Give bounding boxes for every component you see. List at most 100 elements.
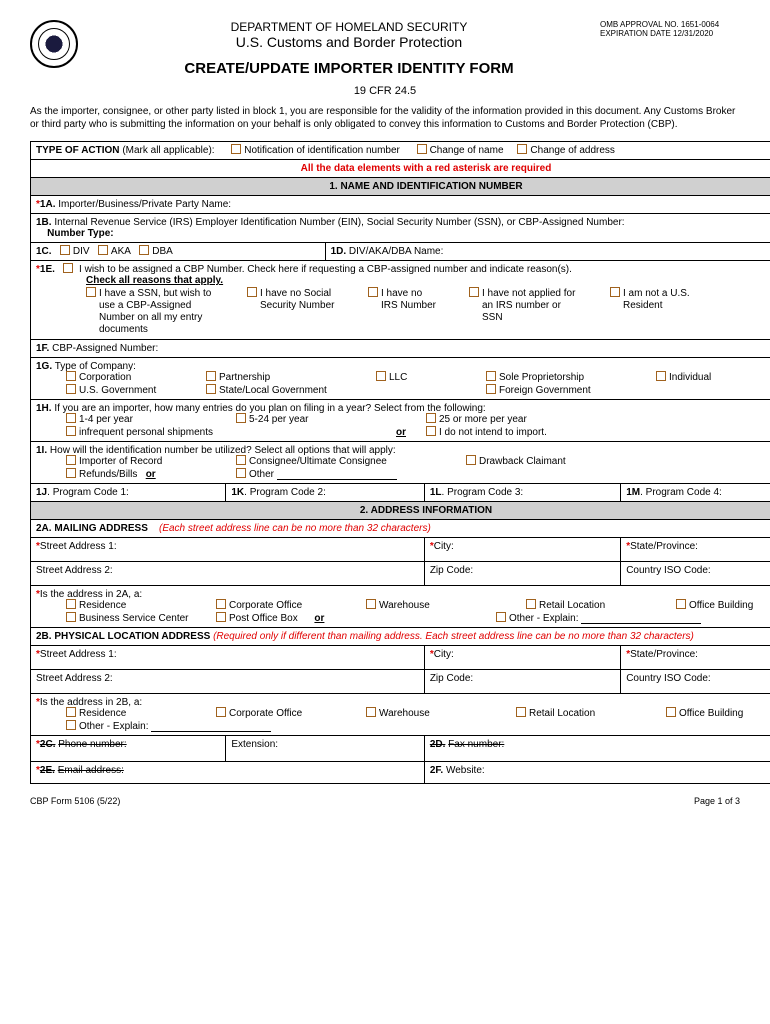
field-2A-street2[interactable]: Street Address 2: xyxy=(31,562,425,586)
field-2B-city[interactable]: *City: xyxy=(424,646,620,670)
checkbox-2A-pobox[interactable] xyxy=(216,612,226,622)
checkbox-2A-warehouse[interactable] xyxy=(366,599,376,609)
field-2A-state[interactable]: *State/Province: xyxy=(621,538,770,562)
checkbox-1E-noirs[interactable] xyxy=(368,287,378,297)
checkbox-notification[interactable] xyxy=(231,144,241,154)
field-2A-street1[interactable]: *Street Address 1: xyxy=(31,538,425,562)
checkbox-1E-nossn[interactable] xyxy=(247,287,257,297)
field-2B: 2B. PHYSICAL LOCATION ADDRESS (Required … xyxy=(31,628,770,646)
page-footer: CBP Form 5106 (5/22) Page 1 of 3 xyxy=(30,796,740,806)
checkbox-1E-ssn[interactable] xyxy=(86,287,96,297)
page-number: Page 1 of 3 xyxy=(694,796,740,806)
field-2F[interactable]: 2F. Website: xyxy=(424,762,770,784)
label-1F: CBP-Assigned Number: xyxy=(52,343,158,354)
checkbox-2B-residence[interactable] xyxy=(66,707,76,717)
omb-block: OMB APPROVAL NO. 1651-0064 EXPIRATION DA… xyxy=(600,20,740,38)
checkbox-partnership[interactable] xyxy=(206,371,216,381)
field-1L: 1L. Program Code 3: xyxy=(424,484,620,502)
field-2A-type: *Is the address in 2A, a: Residence Corp… xyxy=(31,586,770,628)
checkbox-1E-main[interactable] xyxy=(63,263,73,273)
field-2C-ext[interactable]: Extension: xyxy=(226,736,424,762)
type-of-action-hint: (Mark all applicable): xyxy=(122,145,214,156)
field-1G: 1G. Type of Company: Corporation Partner… xyxy=(31,358,770,400)
opt-notification: Notification of identification number xyxy=(244,145,400,156)
checkbox-2A-residence[interactable] xyxy=(66,599,76,609)
checkbox-2A-retail[interactable] xyxy=(526,599,536,609)
field-2B-state[interactable]: *State/Province: xyxy=(621,646,770,670)
type-of-action-row: TYPE OF ACTION (Mark all applicable): No… xyxy=(31,142,770,160)
checkbox-foreigngov[interactable] xyxy=(486,384,496,394)
field-1J: 1J. Program Code 1: xyxy=(31,484,226,502)
form-title: CREATE/UPDATE IMPORTER IDENTITY FORM xyxy=(98,60,600,77)
label-1H: If you are an importer, how many entries… xyxy=(54,403,485,414)
department-name: DEPARTMENT OF HOMELAND SECURITY xyxy=(98,20,600,34)
checkbox-soleprop[interactable] xyxy=(486,371,496,381)
field-2A-zip[interactable]: Zip Code: xyxy=(424,562,620,586)
field-1E: *1E. I wish to be assigned a CBP Number.… xyxy=(31,261,770,340)
checkbox-2B-other[interactable] xyxy=(66,720,76,730)
field-2E[interactable]: *2E. Email address: xyxy=(31,762,425,784)
intro-paragraph: As the importer, consignee, or other par… xyxy=(30,105,740,131)
checkbox-2B-office[interactable] xyxy=(666,707,676,717)
checkbox-infrequent[interactable] xyxy=(66,426,76,436)
type-of-action-label: TYPE OF ACTION xyxy=(36,145,120,156)
checkbox-aka[interactable] xyxy=(98,245,108,255)
checkbox-consignee[interactable] xyxy=(236,455,246,465)
field-2B-zip[interactable]: Zip Code: xyxy=(424,670,620,694)
checkbox-corp[interactable] xyxy=(66,371,76,381)
checkbox-dba[interactable] xyxy=(139,245,149,255)
checkbox-1E-notus[interactable] xyxy=(610,287,620,297)
other-2B-input[interactable] xyxy=(151,722,271,732)
checkbox-1E-notapplied[interactable] xyxy=(469,287,479,297)
omb-approval: OMB APPROVAL NO. 1651-0064 xyxy=(600,20,740,29)
agency-name: U.S. Customs and Border Protection xyxy=(98,34,600,50)
checkbox-2B-warehouse[interactable] xyxy=(366,707,376,717)
other-2A-input[interactable] xyxy=(581,614,701,624)
field-2A: 2A. MAILING ADDRESS (Each street address… xyxy=(31,520,770,538)
label-1B-sub: Number Type: xyxy=(47,228,114,239)
field-2B-street1[interactable]: *Street Address 1: xyxy=(31,646,425,670)
checkbox-stategov[interactable] xyxy=(206,384,216,394)
label-1D: DIV/AKA/DBA Name: xyxy=(349,246,443,257)
opt-change-address: Change of address xyxy=(530,145,615,156)
checkbox-25plus[interactable] xyxy=(426,413,436,423)
checkbox-other-1I[interactable] xyxy=(236,468,246,478)
field-1F: 1F. CBP-Assigned Number: xyxy=(31,340,770,358)
field-2B-iso[interactable]: Country ISO Code: xyxy=(621,670,770,694)
checkbox-2A-other[interactable] xyxy=(496,612,506,622)
checkbox-2B-retail[interactable] xyxy=(516,707,526,717)
label-1I: How will the identification number be ut… xyxy=(50,445,396,456)
checkbox-noimport[interactable] xyxy=(426,426,436,436)
other-1I-input[interactable] xyxy=(277,470,397,480)
checkbox-2A-bsc[interactable] xyxy=(66,612,76,622)
field-2B-type: *Is the address in 2B, a: Residence Corp… xyxy=(31,694,770,736)
field-2D[interactable]: 2D. Fax number: xyxy=(424,736,770,762)
checkbox-drawback[interactable] xyxy=(466,455,476,465)
checkbox-change-name[interactable] xyxy=(417,144,427,154)
label-1E: I wish to be assigned a CBP Number. Chec… xyxy=(79,264,572,275)
header-titles: DEPARTMENT OF HOMELAND SECURITY U.S. Cus… xyxy=(98,20,600,77)
field-1H: 1H. If you are an importer, how many ent… xyxy=(31,400,770,442)
label-1A: Importer/Business/Private Party Name: xyxy=(58,199,231,210)
checkbox-refunds[interactable] xyxy=(66,468,76,478)
checkbox-individual[interactable] xyxy=(656,371,666,381)
label-1E-check: Check all reasons that apply. xyxy=(86,275,223,286)
checkbox-usgov[interactable] xyxy=(66,384,76,394)
checkbox-llc[interactable] xyxy=(376,371,386,381)
checkbox-5-24[interactable] xyxy=(236,413,246,423)
checkbox-2A-corporate[interactable] xyxy=(216,599,226,609)
checkbox-1-4[interactable] xyxy=(66,413,76,423)
checkbox-importer-record[interactable] xyxy=(66,455,76,465)
checkbox-2A-office[interactable] xyxy=(676,599,686,609)
checkbox-div[interactable] xyxy=(60,245,70,255)
field-2B-street2[interactable]: Street Address 2: xyxy=(31,670,425,694)
checkbox-2B-corporate[interactable] xyxy=(216,707,226,717)
field-2A-iso[interactable]: Country ISO Code: xyxy=(621,562,770,586)
checkbox-change-address[interactable] xyxy=(517,144,527,154)
field-2A-city[interactable]: *City: xyxy=(424,538,620,562)
form-number: CBP Form 5106 (5/22) xyxy=(30,796,120,806)
page-header: DEPARTMENT OF HOMELAND SECURITY U.S. Cus… xyxy=(30,20,740,77)
expiration-date: EXPIRATION DATE 12/31/2020 xyxy=(600,29,740,38)
field-2C[interactable]: *2C. Phone number: xyxy=(31,736,226,762)
opt-change-name: Change of name xyxy=(430,145,504,156)
